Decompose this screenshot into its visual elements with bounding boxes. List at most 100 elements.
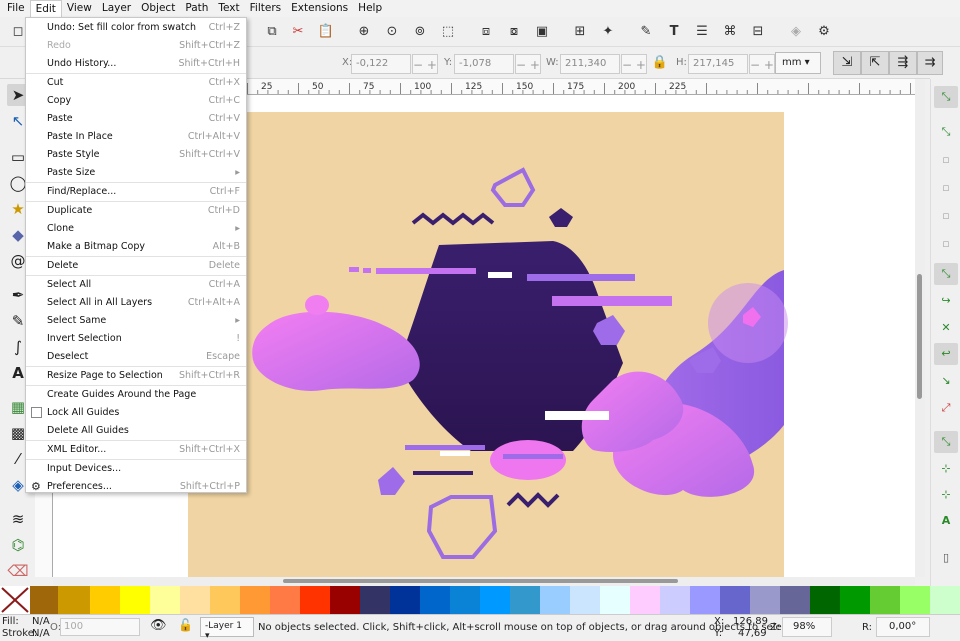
rotation-field[interactable]: 0,00°: [876, 617, 930, 637]
color-swatch[interactable]: [390, 586, 420, 614]
color-swatch[interactable]: [420, 586, 450, 614]
duplicate-icon[interactable]: ⧉: [262, 22, 282, 42]
scale-stroke-button[interactable]: ⇲: [833, 51, 861, 75]
color-swatch[interactable]: [330, 586, 360, 614]
edit-menu-item[interactable]: XML Editor... Shift+Ctrl+X: [26, 441, 246, 459]
edit-menu-item[interactable]: Paste Style Shift+Ctrl+V: [26, 146, 246, 164]
paste-icon[interactable]: 📋: [316, 22, 336, 42]
color-swatch[interactable]: [690, 586, 720, 614]
y-field[interactable]: -1,078: [454, 54, 514, 74]
snap-paths-icon[interactable]: ↪: [934, 290, 958, 312]
menu-layer[interactable]: Layer: [97, 0, 136, 17]
edit-menu-item[interactable]: Undo History... Shift+Ctrl+H: [26, 55, 246, 73]
color-swatch[interactable]: [720, 586, 750, 614]
layer-lock-icon[interactable]: 🔓: [178, 618, 193, 632]
color-swatch[interactable]: [120, 586, 150, 614]
color-swatch[interactable]: [450, 586, 480, 614]
edit-menu-item[interactable]: Paste In Place Ctrl+Alt+V: [26, 128, 246, 146]
edit-menu-item[interactable]: Paste Ctrl+V: [26, 110, 246, 128]
lock-guides-checkbox[interactable]: [31, 407, 42, 418]
fill-indicator[interactable]: N/A: [32, 616, 50, 627]
horizontal-scroll-thumb[interactable]: [283, 579, 678, 583]
clone-icon[interactable]: ▣: [532, 22, 552, 42]
snap-enable-icon[interactable]: ⤡: [934, 86, 958, 108]
menu-filters[interactable]: Filters: [245, 0, 286, 17]
menu-edit[interactable]: Edit: [29, 0, 62, 17]
snap-smooth-icon[interactable]: ↘: [934, 370, 958, 392]
edit-menu-item[interactable]: Clone ▸: [26, 220, 246, 238]
connector-tool-icon[interactable]: ⌬: [7, 534, 29, 556]
color-swatch[interactable]: [630, 586, 660, 614]
xml-editor-icon[interactable]: ⌘: [720, 22, 740, 42]
group-icon[interactable]: ⧈: [476, 22, 496, 42]
menu-text[interactable]: Text: [213, 0, 244, 17]
edit-menu-item[interactable]: Resize Page to Selection Shift+Ctrl+R: [26, 367, 246, 385]
transform-icon[interactable]: ✦: [598, 22, 618, 42]
snap-page-icon[interactable]: ▯: [934, 547, 958, 569]
zoom-width-icon[interactable]: ⬚: [438, 22, 458, 42]
edit-menu-item[interactable]: Duplicate Ctrl+D: [26, 202, 246, 220]
snap-bbox-corner-icon[interactable]: ▫: [934, 177, 958, 199]
color-swatch[interactable]: [90, 586, 120, 614]
snap-nodes-icon[interactable]: ⤡: [934, 263, 958, 285]
color-swatch[interactable]: [810, 586, 840, 614]
color-swatch[interactable]: [870, 586, 900, 614]
w-field[interactable]: 211,340: [560, 54, 620, 74]
color-swatch[interactable]: [150, 586, 180, 614]
opacity-field[interactable]: 100: [60, 618, 140, 636]
preferences-icon[interactable]: ⚙: [814, 22, 834, 42]
color-swatch[interactable]: [58, 586, 90, 614]
edit-menu-item[interactable]: Select All in All Layers Ctrl+Alt+A: [26, 294, 246, 312]
edit-menu-item[interactable]: Select All Ctrl+A: [26, 276, 246, 294]
align-icon[interactable]: ⊞: [570, 22, 590, 42]
fill-stroke-icon[interactable]: ✎: [636, 22, 656, 42]
color-swatch[interactable]: [180, 586, 210, 614]
h-stepper[interactable]: − +: [749, 54, 775, 74]
color-swatch[interactable]: [480, 586, 510, 614]
edit-menu-item[interactable]: Delete Delete: [26, 257, 246, 275]
snap-bbox-center-icon[interactable]: ▫: [934, 233, 958, 255]
move-gradients-button[interactable]: ⇶: [889, 51, 917, 75]
no-paint-swatch[interactable]: [0, 586, 30, 614]
edit-menu-item[interactable]: ⚙ Preferences... Shift+Ctrl+P: [26, 478, 246, 496]
zoom-drawing-icon[interactable]: ⊙: [382, 22, 402, 42]
edit-menu-item[interactable]: Paste Size ▸: [26, 164, 246, 182]
zoom-field[interactable]: 98%: [782, 617, 832, 637]
snap-others-icon[interactable]: ⤡: [934, 431, 958, 453]
color-swatch[interactable]: [30, 586, 58, 614]
color-swatch[interactable]: [660, 586, 690, 614]
color-swatch[interactable]: [930, 586, 960, 614]
vertical-scroll-thumb[interactable]: [917, 274, 922, 399]
x-field[interactable]: -0,122: [351, 54, 411, 74]
color-swatch[interactable]: [750, 586, 780, 614]
horizontal-scrollbar[interactable]: [53, 577, 915, 586]
edit-menu-item[interactable]: Cut Ctrl+X: [26, 74, 246, 92]
edit-menu-item[interactable]: Lock All Guides: [26, 404, 246, 422]
edit-menu-item[interactable]: Redo Shift+Ctrl+Z: [26, 37, 246, 55]
tweak-tool-icon[interactable]: ≋: [7, 508, 29, 530]
cut-icon[interactable]: ✂: [288, 22, 308, 42]
edit-menu-item[interactable]: Deselect Escape: [26, 348, 246, 366]
color-swatch[interactable]: [840, 586, 870, 614]
eraser-tool-icon[interactable]: ⌫: [7, 560, 29, 582]
snap-bbox-midpoint-icon[interactable]: ▫: [934, 205, 958, 227]
snap-cusp-icon[interactable]: ↩: [934, 343, 958, 365]
move-patterns-button[interactable]: ⇉: [917, 51, 943, 75]
edit-menu-item[interactable]: Make a Bitmap Copy Alt+B: [26, 238, 246, 256]
menu-extensions[interactable]: Extensions: [286, 0, 353, 17]
edit-menu-item[interactable]: Find/Replace... Ctrl+F: [26, 183, 246, 201]
vertical-scrollbar[interactable]: [915, 79, 925, 577]
x-stepper[interactable]: − +: [412, 54, 438, 74]
edit-menu-item[interactable]: Copy Ctrl+C: [26, 92, 246, 110]
snap-text-baseline-icon[interactable]: A: [934, 510, 958, 532]
color-swatch[interactable]: [540, 586, 570, 614]
unit-select[interactable]: mm ▾: [775, 52, 821, 74]
edit-menu-item[interactable]: Input Devices...: [26, 460, 246, 478]
h-field[interactable]: 217,145: [688, 54, 748, 74]
color-swatch[interactable]: [780, 586, 810, 614]
color-swatch[interactable]: [900, 586, 930, 614]
zoom-page-icon[interactable]: ⊚: [410, 22, 430, 42]
menu-path[interactable]: Path: [180, 0, 213, 17]
edit-menu-item[interactable]: Delete All Guides: [26, 422, 246, 440]
y-stepper[interactable]: − +: [515, 54, 541, 74]
